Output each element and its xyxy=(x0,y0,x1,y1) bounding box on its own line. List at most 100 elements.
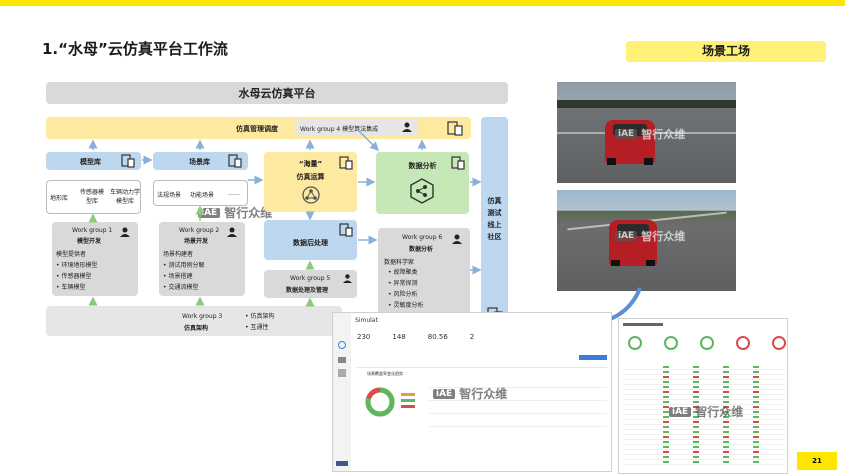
status-dot xyxy=(723,421,729,423)
status-dot xyxy=(753,396,759,398)
status-dot xyxy=(753,441,759,443)
watermark-text: 智行众维 xyxy=(641,230,686,243)
status-dot xyxy=(693,451,699,453)
status-dot xyxy=(693,381,699,383)
status-dot xyxy=(723,366,729,368)
status-dot xyxy=(693,426,699,428)
scene-photo-2: iAE 智行众维 xyxy=(557,190,736,291)
status-dot xyxy=(753,406,759,408)
scene-photo-1: iAE 智行众维 xyxy=(557,82,736,183)
status-dot xyxy=(723,426,729,428)
status-dot xyxy=(663,436,669,438)
status-dot xyxy=(753,376,759,378)
dashboard-screenshot-right: iAE 智行众维 xyxy=(618,318,788,474)
status-dot xyxy=(753,446,759,448)
stat-value: 148 xyxy=(392,333,406,341)
status-dot xyxy=(693,436,699,438)
status-dot xyxy=(753,366,759,368)
watermark-logo: iAE 智行众维 xyxy=(615,228,685,244)
status-dot xyxy=(663,396,669,398)
page-number: 21 xyxy=(797,452,837,470)
status-dot xyxy=(753,371,759,373)
panel-title: 场景覆盖率变化趋势 xyxy=(367,371,403,376)
status-dot xyxy=(723,431,729,433)
watermark-logo: iAE 智行众维 xyxy=(615,126,685,142)
status-dot xyxy=(753,411,759,413)
status-dot xyxy=(693,396,699,398)
watermark-text: 智行众维 xyxy=(641,128,686,141)
status-dot xyxy=(753,416,759,418)
watermark-logo: iAE 智行众维 xyxy=(669,403,743,420)
status-dot xyxy=(753,381,759,383)
status-dot xyxy=(753,386,759,388)
watermark-badge: iAE xyxy=(433,388,456,399)
gauge-ring xyxy=(628,336,642,350)
gauge-ring xyxy=(772,336,786,350)
status-dot xyxy=(663,456,669,458)
status-dot xyxy=(663,371,669,373)
watermark-text: 智行众维 xyxy=(695,405,744,419)
status-dot xyxy=(693,446,699,448)
status-dot xyxy=(693,431,699,433)
dashboard-stats: 230 148 80.56 2 xyxy=(357,333,474,341)
gauge-ring xyxy=(664,336,678,350)
status-dot xyxy=(693,371,699,373)
status-dot xyxy=(693,366,699,368)
status-dot xyxy=(693,421,699,423)
status-dot xyxy=(663,421,669,423)
stat-value: 80.56 xyxy=(427,333,448,341)
status-dot xyxy=(723,456,729,458)
status-dot xyxy=(723,436,729,438)
status-dot xyxy=(723,386,729,388)
status-dot xyxy=(723,371,729,373)
dashboard-title: Simulat xyxy=(355,317,378,324)
flow-arrows xyxy=(88,129,482,327)
status-dot xyxy=(723,376,729,378)
status-dot xyxy=(723,451,729,453)
status-dot xyxy=(723,391,729,393)
gauge-row xyxy=(627,335,787,351)
status-dot xyxy=(753,436,759,438)
watermark-badge: iAE xyxy=(669,406,692,417)
status-dot xyxy=(753,451,759,453)
status-dot xyxy=(753,391,759,393)
slide: 1.“水母”云仿真平台工作流 场景工场 水母云仿真平台 仿真管理调度 Work … xyxy=(0,0,845,476)
status-dot xyxy=(663,391,669,393)
status-dot xyxy=(693,386,699,388)
status-dot xyxy=(723,461,729,463)
dashboard-sidebar xyxy=(333,313,351,471)
status-dot xyxy=(693,456,699,458)
status-dot xyxy=(753,456,759,458)
status-dot xyxy=(663,366,669,368)
status-dot xyxy=(693,391,699,393)
status-dot xyxy=(693,461,699,463)
status-dot xyxy=(723,441,729,443)
gauge-ring xyxy=(736,336,750,350)
status-dot xyxy=(723,446,729,448)
dashboard-screenshot-left: Simulat 230 148 80.56 2 场景覆盖率变化趋势 iAE 智行… xyxy=(332,312,612,472)
stat-value: 230 xyxy=(357,333,371,341)
status-dot xyxy=(663,386,669,388)
table-row xyxy=(623,460,785,465)
watermark-badge: iAE xyxy=(615,129,638,139)
status-dot xyxy=(723,396,729,398)
status-dot xyxy=(723,381,729,383)
status-dot xyxy=(663,461,669,463)
status-dot xyxy=(663,451,669,453)
section-tag: 场景工场 xyxy=(626,41,826,62)
watermark-text: 智行众维 xyxy=(459,387,508,401)
status-dot xyxy=(753,461,759,463)
status-dot xyxy=(663,426,669,428)
status-dot xyxy=(753,426,759,428)
status-dot xyxy=(663,381,669,383)
status-dot xyxy=(753,431,759,433)
status-dot xyxy=(753,401,759,403)
coverage-ring-chart xyxy=(365,387,395,417)
status-dot xyxy=(663,441,669,443)
status-dot xyxy=(663,376,669,378)
status-dot xyxy=(693,376,699,378)
stat-value: 2 xyxy=(469,333,475,341)
gauge-ring xyxy=(700,336,714,350)
watermark-logo: iAE 智行众维 xyxy=(433,385,507,402)
status-dot xyxy=(693,441,699,443)
